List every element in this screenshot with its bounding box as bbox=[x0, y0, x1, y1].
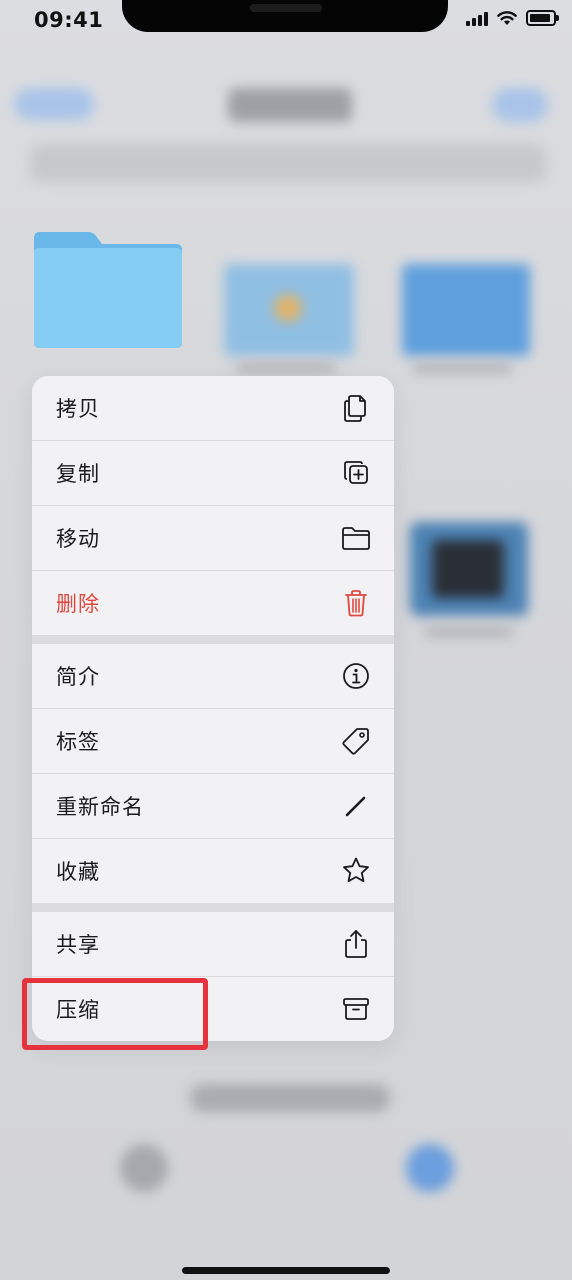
menu-item-label: 标签 bbox=[56, 730, 100, 754]
item-count-blurred bbox=[190, 1084, 390, 1112]
menu-item-move[interactable]: 移动 bbox=[32, 506, 394, 571]
file-caption-blurred bbox=[424, 626, 514, 638]
star-icon bbox=[343, 857, 369, 883]
menu-group-separator bbox=[32, 903, 394, 912]
tab-bar-item-blurred bbox=[406, 1144, 454, 1192]
back-button-blurred bbox=[14, 88, 94, 120]
menu-item-label: 拷贝 bbox=[56, 397, 100, 421]
tab-bar-item-blurred bbox=[120, 1144, 168, 1192]
highlight-annotation-box bbox=[22, 978, 208, 1050]
pencil-icon bbox=[345, 796, 366, 817]
status-time: 09:41 bbox=[34, 8, 104, 32]
wifi-icon bbox=[497, 11, 517, 25]
archive-box-icon bbox=[343, 998, 369, 1020]
file-thumbnail-blurred bbox=[410, 522, 528, 616]
file-caption-blurred bbox=[236, 362, 336, 374]
context-menu: 拷贝 复制 移动 删除 简介 标签 重新命名 收藏 共享 压缩 bbox=[32, 376, 394, 1041]
nav-action-blurred bbox=[492, 88, 548, 122]
copy-docs-icon bbox=[344, 395, 366, 422]
menu-item-label: 共享 bbox=[56, 933, 100, 957]
info-icon bbox=[343, 663, 369, 689]
home-indicator bbox=[182, 1267, 390, 1274]
menu-item-copy[interactable]: 拷贝 bbox=[32, 376, 394, 441]
menu-item-info[interactable]: 简介 bbox=[32, 644, 394, 709]
nav-title-blurred bbox=[228, 88, 352, 122]
menu-item-share[interactable]: 共享 bbox=[32, 912, 394, 977]
menu-item-tags[interactable]: 标签 bbox=[32, 709, 394, 774]
share-icon bbox=[345, 930, 367, 958]
menu-item-label: 复制 bbox=[56, 462, 100, 486]
menu-item-label: 简介 bbox=[56, 665, 100, 689]
menu-item-duplicate[interactable]: 复制 bbox=[32, 441, 394, 506]
device-notch bbox=[122, 0, 448, 32]
file-thumbnail-blurred bbox=[224, 264, 354, 356]
status-bar: 09:41 bbox=[0, 0, 572, 46]
status-icons bbox=[466, 10, 559, 26]
menu-item-label: 重新命名 bbox=[56, 795, 144, 819]
battery-icon bbox=[526, 10, 559, 26]
menu-item-delete[interactable]: 删除 bbox=[32, 571, 394, 635]
menu-item-label: 移动 bbox=[56, 527, 100, 551]
menu-item-label: 删除 bbox=[56, 592, 100, 616]
trash-icon bbox=[345, 590, 367, 617]
folder-icon bbox=[34, 232, 182, 348]
duplicate-icon bbox=[344, 461, 368, 484]
search-bar-blurred bbox=[30, 144, 546, 182]
tag-icon bbox=[342, 728, 369, 755]
folder-outline-icon bbox=[342, 527, 370, 550]
file-thumbnail-blurred bbox=[402, 264, 530, 356]
menu-item-rename[interactable]: 重新命名 bbox=[32, 774, 394, 839]
signal-icon bbox=[466, 10, 488, 26]
file-caption-blurred bbox=[412, 362, 512, 374]
menu-group-separator bbox=[32, 635, 394, 644]
menu-item-label: 收藏 bbox=[56, 860, 100, 884]
menu-item-favorite[interactable]: 收藏 bbox=[32, 839, 394, 903]
